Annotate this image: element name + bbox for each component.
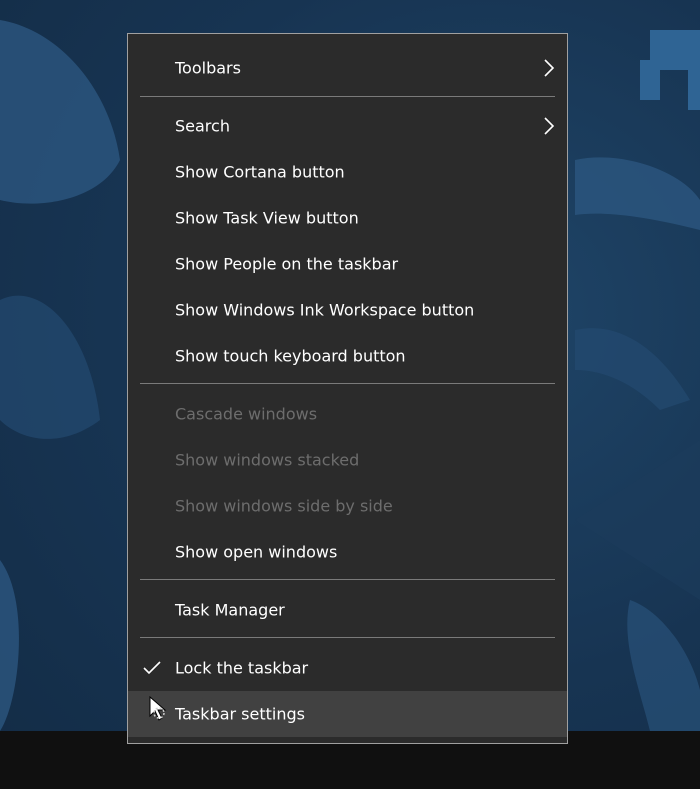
menu-item-task-manager[interactable]: Task Manager <box>128 587 567 633</box>
menu-item-show-people[interactable]: Show People on the taskbar <box>128 241 567 287</box>
taskbar-context-menu: Toolbars Search Show Cortana button Show… <box>127 33 568 744</box>
menu-separator <box>140 579 555 580</box>
menu-item-cascade-windows: Cascade windows <box>128 391 567 437</box>
checkmark-icon <box>143 661 161 675</box>
menu-item-label: Show Cortana button <box>175 162 345 182</box>
busy-pointer-icon <box>149 696 167 721</box>
menu-item-toolbars[interactable]: Toolbars <box>128 45 567 91</box>
menu-item-lock-the-taskbar[interactable]: Lock the taskbar <box>128 645 567 691</box>
menu-item-search[interactable]: Search <box>128 103 567 149</box>
menu-item-show-windows-stacked: Show windows stacked <box>128 437 567 483</box>
menu-separator <box>140 96 555 97</box>
menu-item-label: Lock the taskbar <box>175 658 309 678</box>
menu-item-show-windows-side-by-side: Show windows side by side <box>128 483 567 529</box>
menu-separator <box>140 637 555 638</box>
menu-item-label: Taskbar settings <box>175 704 305 724</box>
menu-item-show-touch-keyboard[interactable]: Show touch keyboard button <box>128 333 567 379</box>
menu-item-label: Show open windows <box>175 542 338 562</box>
menu-item-show-windows-ink-workspace[interactable]: Show Windows Ink Workspace button <box>128 287 567 333</box>
menu-item-label: Show People on the taskbar <box>175 254 399 274</box>
menu-item-taskbar-settings[interactable]: Taskbar settings <box>128 691 567 737</box>
menu-item-show-open-windows[interactable]: Show open windows <box>128 529 567 575</box>
chevron-right-icon <box>544 59 555 77</box>
menu-item-label: Show windows side by side <box>175 496 393 516</box>
menu-item-label: Toolbars <box>175 58 241 78</box>
menu-item-label: Show touch keyboard button <box>175 346 406 366</box>
menu-item-show-cortana-button[interactable]: Show Cortana button <box>128 149 567 195</box>
menu-item-label: Search <box>175 116 230 136</box>
menu-item-label: Cascade windows <box>175 404 318 424</box>
menu-item-label: Task Manager <box>175 600 285 620</box>
menu-item-label: Show windows stacked <box>175 450 360 470</box>
chevron-right-icon <box>544 117 555 135</box>
menu-item-label: Show Windows Ink Workspace button <box>175 300 475 320</box>
menu-item-show-task-view-button[interactable]: Show Task View button <box>128 195 567 241</box>
menu-item-label: Show Task View button <box>175 208 359 228</box>
menu-separator <box>140 383 555 384</box>
